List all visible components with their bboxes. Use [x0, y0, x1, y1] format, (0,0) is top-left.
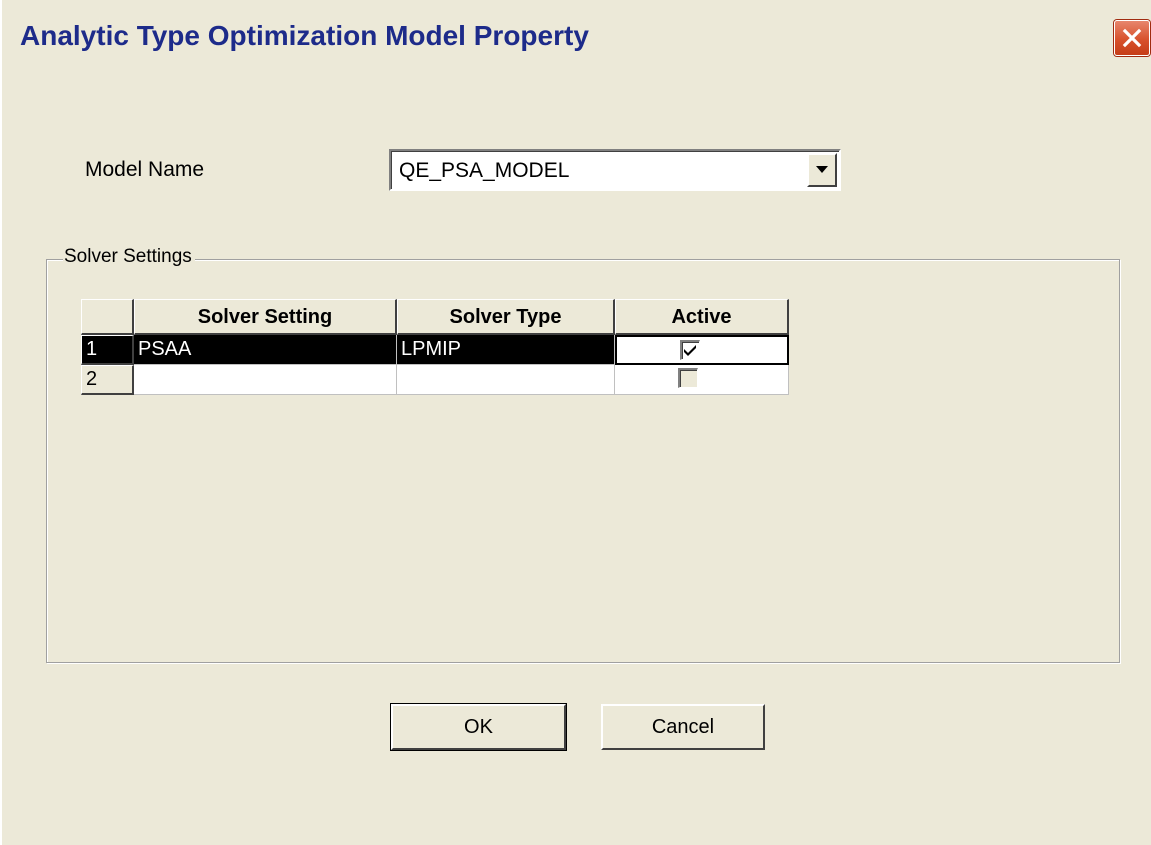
model-name-label: Model Name [85, 158, 205, 181]
column-header-solver-setting[interactable]: Solver Setting [134, 299, 397, 335]
grid-header-row: Solver Setting Solver Type Active [81, 299, 789, 335]
solver-type-cell[interactable]: LPMIP [397, 335, 615, 365]
active-checkbox[interactable] [680, 340, 700, 360]
solver-setting-cell[interactable]: PSAA [134, 335, 397, 365]
chevron-down-icon [816, 166, 828, 173]
table-row[interactable]: 1 PSAA LPMIP [81, 335, 789, 365]
title-bar[interactable]: Analytic Type Optimization Model Propert… [2, 0, 1151, 78]
close-button[interactable] [1114, 20, 1150, 56]
model-name-value: QE_PSA_MODEL [399, 159, 570, 182]
row-number[interactable]: 1 [81, 335, 134, 365]
grid-corner-header [81, 299, 134, 335]
model-name-dropdown[interactable]: QE_PSA_MODEL [389, 149, 841, 191]
cancel-button[interactable]: Cancel [601, 704, 765, 750]
column-header-active[interactable]: Active [615, 299, 789, 335]
solver-setting-cell[interactable] [134, 365, 397, 395]
solver-settings-grid[interactable]: Solver Setting Solver Type Active 1 PSAA… [81, 299, 789, 395]
window-title: Analytic Type Optimization Model Propert… [20, 20, 589, 51]
table-row[interactable]: 2 [81, 365, 789, 395]
solver-type-cell[interactable] [397, 365, 615, 395]
ok-button[interactable]: OK [391, 704, 566, 750]
active-cell[interactable] [615, 365, 789, 395]
dropdown-button[interactable] [807, 153, 837, 187]
solver-settings-label: Solver Settings [63, 246, 195, 268]
active-cell[interactable] [615, 335, 789, 365]
active-checkbox[interactable] [678, 368, 698, 388]
row-number[interactable]: 2 [81, 365, 134, 395]
dialog-window: Analytic Type Optimization Model Propert… [0, 0, 1151, 845]
checkmark-icon [684, 345, 696, 356]
close-icon [1122, 28, 1142, 48]
column-header-solver-type[interactable]: Solver Type [397, 299, 615, 335]
